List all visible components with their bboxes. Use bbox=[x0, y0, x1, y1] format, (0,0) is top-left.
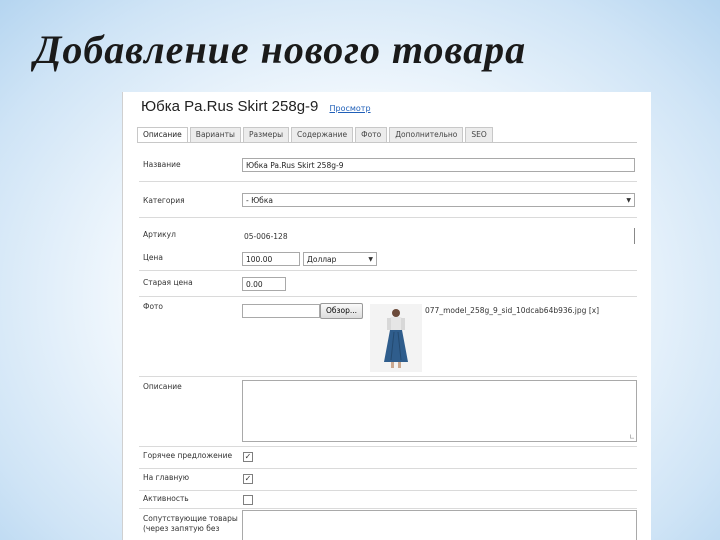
tab-divider bbox=[137, 142, 637, 143]
tab-bar: Описание Варианты Размеры Содержание Фот… bbox=[137, 127, 495, 143]
old-price-input[interactable]: 0.00 bbox=[242, 277, 286, 291]
photo-label: Фото bbox=[143, 302, 164, 311]
active-checkbox[interactable] bbox=[243, 495, 253, 505]
dropdown-arrow-icon: ▼ bbox=[368, 256, 373, 263]
row-divider bbox=[139, 468, 637, 469]
model-photo-image bbox=[370, 304, 422, 372]
related-textarea[interactable] bbox=[242, 510, 637, 540]
dropdown-arrow-icon: ▼ bbox=[626, 197, 631, 204]
row-divider bbox=[139, 217, 637, 218]
currency-value: Доллар bbox=[307, 255, 337, 264]
name-label: Название bbox=[143, 160, 181, 169]
row-divider bbox=[139, 270, 637, 271]
field-edge bbox=[634, 228, 635, 244]
active-label: Активность bbox=[143, 494, 189, 503]
preview-link[interactable]: Просмотр bbox=[329, 104, 370, 113]
resize-handle-icon[interactable]: ∟ bbox=[629, 433, 635, 441]
tab-description[interactable]: Описание bbox=[137, 127, 188, 143]
related-label-line1: Сопутствующие товары bbox=[143, 514, 238, 523]
browse-button[interactable]: Обзор... bbox=[320, 303, 364, 319]
on-main-checkbox[interactable]: ✓ bbox=[243, 474, 253, 484]
slide-title: Добавление нового товара bbox=[34, 27, 527, 72]
price-input[interactable]: 100.00 bbox=[242, 252, 300, 266]
price-label: Цена bbox=[143, 253, 163, 262]
tab-photo[interactable]: Фото bbox=[355, 127, 388, 143]
row-divider bbox=[139, 508, 637, 509]
photo-file-input[interactable] bbox=[242, 304, 320, 318]
row-divider bbox=[139, 490, 637, 491]
on-main-label: На главную bbox=[143, 473, 190, 482]
tab-sizes[interactable]: Размеры bbox=[242, 127, 290, 143]
tab-additional[interactable]: Дополнительно bbox=[389, 127, 464, 143]
product-title: Юбка Pa.Rus Skirt 258g-9 bbox=[141, 98, 319, 115]
photo-delete-link[interactable]: [x] bbox=[589, 306, 599, 315]
name-input[interactable]: Юбка Pa.Rus Skirt 258g-9 bbox=[242, 158, 635, 172]
admin-screenshot: Юбка Pa.Rus Skirt 258g-9 Просмотр Описан… bbox=[122, 92, 651, 540]
category-label: Категория bbox=[143, 196, 185, 205]
description-textarea[interactable]: ∟ bbox=[242, 380, 637, 442]
tab-variants[interactable]: Варианты bbox=[189, 127, 241, 143]
hot-offer-checkbox[interactable]: ✓ bbox=[243, 452, 253, 462]
currency-select[interactable]: Доллар ▼ bbox=[303, 252, 377, 266]
photo-filename: 077_model_258g_9_sid_10dcab64b936.jpg [x… bbox=[425, 306, 599, 315]
old-price-label: Старая цена bbox=[143, 278, 193, 287]
tab-seo[interactable]: SEO bbox=[465, 127, 493, 143]
category-select[interactable]: - Юбка ▼ bbox=[242, 193, 635, 207]
photo-filename-text: 077_model_258g_9_sid_10dcab64b936.jpg bbox=[425, 306, 587, 315]
related-label-line2: (через запятую без bbox=[143, 524, 220, 533]
row-divider bbox=[139, 296, 637, 297]
product-header: Юбка Pa.Rus Skirt 258g-9 Просмотр bbox=[141, 96, 371, 115]
row-divider bbox=[139, 181, 637, 182]
product-photo-thumbnail[interactable] bbox=[370, 304, 422, 372]
related-label: Сопутствующие товары (через запятую без bbox=[143, 514, 238, 534]
sku-value[interactable]: 05-006-128 bbox=[244, 232, 288, 241]
tab-content[interactable]: Содержание bbox=[291, 127, 354, 143]
row-divider bbox=[139, 376, 637, 377]
description-label: Описание bbox=[143, 382, 182, 391]
category-value: - Юбка bbox=[246, 196, 273, 205]
sku-label: Артикул bbox=[143, 230, 176, 239]
hot-offer-label: Горячее предложение bbox=[143, 451, 233, 460]
row-divider bbox=[139, 446, 637, 447]
